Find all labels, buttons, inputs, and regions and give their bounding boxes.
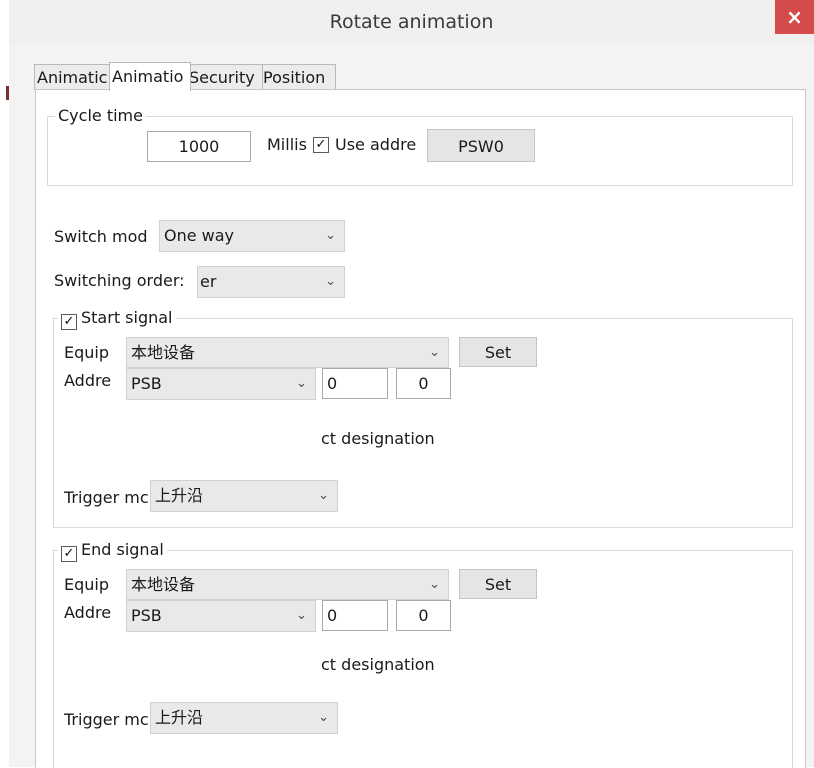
chevron-down-icon: ⌄ bbox=[318, 488, 329, 503]
end-equip-value: 本地设备 bbox=[131, 575, 196, 594]
switching-order-label: Switching order: bbox=[54, 271, 185, 290]
start-designation-text: ct designation bbox=[321, 429, 435, 448]
end-equip-label: Equip bbox=[64, 575, 110, 594]
tab-security[interactable]: Security bbox=[186, 64, 263, 90]
tab-animation-1[interactable]: Animatic bbox=[34, 64, 118, 90]
chevron-down-icon: ⌄ bbox=[318, 710, 329, 725]
start-equip-select[interactable]: 本地设备 ⌄ bbox=[126, 337, 449, 368]
use-address-checkbox[interactable]: ✓ bbox=[313, 137, 329, 153]
start-address-field-1[interactable]: 0 bbox=[322, 368, 388, 399]
start-set-button[interactable]: Set bbox=[459, 337, 537, 367]
tab-animation-2[interactable]: Animatio bbox=[109, 62, 191, 91]
window-title: Rotate animation bbox=[329, 11, 494, 33]
window-left-edge bbox=[0, 0, 9, 767]
use-address-label: Use addre bbox=[335, 135, 417, 154]
switch-mode-select[interactable]: One way ⌄ bbox=[159, 220, 345, 252]
chevron-down-icon: ⌄ bbox=[325, 274, 336, 289]
start-equip-label: Equip bbox=[64, 343, 110, 362]
address-button[interactable]: PSW0 bbox=[427, 129, 535, 162]
end-address-type-value: PSB bbox=[131, 606, 162, 625]
chevron-down-icon: ⌄ bbox=[296, 376, 307, 391]
end-trigger-label: Trigger mc bbox=[64, 710, 149, 729]
start-trigger-value: 上升沿 bbox=[155, 486, 204, 505]
end-address-label: Addre bbox=[64, 603, 112, 622]
end-trigger-select[interactable]: 上升沿 ⌄ bbox=[150, 702, 338, 734]
chevron-down-icon: ⌄ bbox=[325, 228, 336, 243]
end-designation-text: ct designation bbox=[321, 655, 435, 674]
start-address-field-2[interactable]: 0 bbox=[396, 368, 451, 399]
end-signal-title-wrap: ✓ End signal bbox=[58, 540, 167, 562]
check-icon: ✓ bbox=[63, 546, 75, 561]
end-set-button[interactable]: Set bbox=[459, 569, 537, 599]
cycle-time-input[interactable]: 1000 bbox=[147, 131, 251, 162]
chevron-down-icon: ⌄ bbox=[429, 577, 440, 592]
title-bar: Rotate animation bbox=[9, 0, 814, 46]
start-trigger-label: Trigger mc bbox=[64, 488, 149, 507]
switching-order-select[interactable]: er ⌄ bbox=[197, 266, 345, 298]
start-address-type-select[interactable]: PSB ⌄ bbox=[126, 368, 316, 400]
switching-order-value: er bbox=[200, 272, 217, 291]
end-equip-select[interactable]: 本地设备 ⌄ bbox=[126, 569, 449, 600]
end-address-field-2[interactable]: 0 bbox=[396, 600, 451, 631]
tab-position[interactable]: Position bbox=[260, 64, 336, 90]
end-signal-checkbox[interactable]: ✓ bbox=[61, 546, 77, 562]
end-address-field-1[interactable]: 0 bbox=[322, 600, 388, 631]
switch-mode-label: Switch mod bbox=[54, 227, 148, 246]
end-trigger-value: 上升沿 bbox=[155, 708, 204, 727]
check-icon: ✓ bbox=[63, 314, 75, 329]
start-signal-checkbox[interactable]: ✓ bbox=[61, 314, 77, 330]
start-equip-value: 本地设备 bbox=[131, 343, 196, 362]
start-signal-title: Start signal bbox=[81, 308, 173, 327]
start-signal-title-wrap: ✓ Start signal bbox=[58, 308, 176, 330]
close-button[interactable]: × bbox=[775, 0, 814, 34]
start-address-label: Addre bbox=[64, 371, 112, 390]
close-icon: × bbox=[786, 5, 803, 29]
cycle-time-title: Cycle time bbox=[55, 106, 146, 125]
start-trigger-select[interactable]: 上升沿 ⌄ bbox=[150, 480, 338, 512]
chevron-down-icon: ⌄ bbox=[429, 345, 440, 360]
chevron-down-icon: ⌄ bbox=[296, 608, 307, 623]
cycle-time-unit-label: Millis bbox=[267, 135, 307, 154]
check-icon: ✓ bbox=[315, 137, 327, 152]
switch-mode-value: One way bbox=[164, 226, 235, 245]
end-address-type-select[interactable]: PSB ⌄ bbox=[126, 600, 316, 632]
start-address-type-value: PSB bbox=[131, 374, 162, 393]
end-signal-title: End signal bbox=[81, 540, 164, 559]
